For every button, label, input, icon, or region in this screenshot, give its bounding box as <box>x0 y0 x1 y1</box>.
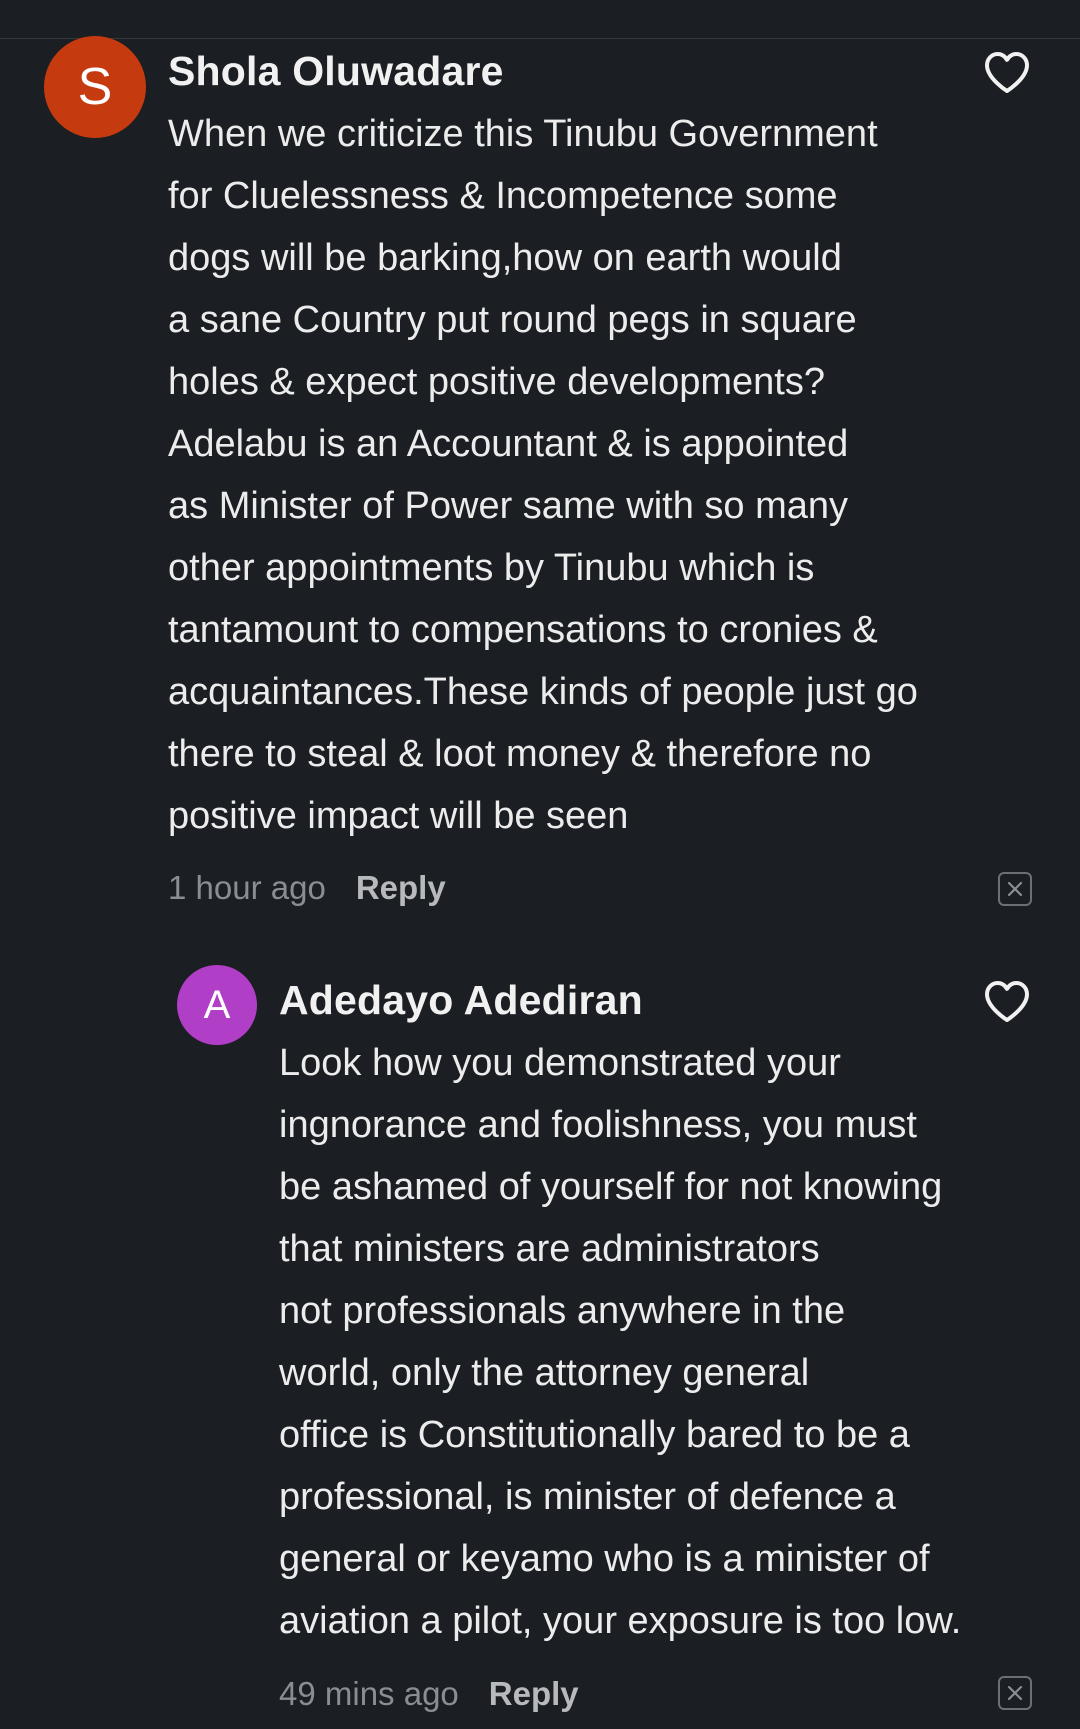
comment-timestamp: 1 hour ago <box>168 869 326 906</box>
reply-comment-item: A Adedayo Adediran Look how you demonstr… <box>0 930 1080 1729</box>
avatar[interactable]: A <box>177 965 257 1045</box>
close-box-icon[interactable] <box>998 872 1032 906</box>
comment-meta: 1 hour ago Reply <box>168 869 446 907</box>
heart-outline-icon[interactable] <box>983 979 1031 1023</box>
comment-author[interactable]: Shola Oluwadare <box>168 48 504 95</box>
comment-author[interactable]: Adedayo Adediran <box>279 977 643 1024</box>
comment-text: When we criticize this Tinubu Government… <box>168 113 918 837</box>
heart-outline-icon[interactable] <box>983 50 1031 94</box>
comment-timestamp: 49 mins ago <box>279 1675 459 1712</box>
reply-button[interactable]: Reply <box>356 869 446 907</box>
close-box-icon[interactable] <box>998 1676 1032 1710</box>
comment-item: S Shola Oluwadare When we criticize this… <box>0 0 1080 930</box>
avatar[interactable]: S <box>44 36 146 138</box>
reply-button[interactable]: Reply <box>489 1675 579 1713</box>
comment-text: Look how you demonstrated your ingnoranc… <box>279 1042 962 1642</box>
comment-meta: 49 mins ago Reply <box>279 1675 579 1713</box>
